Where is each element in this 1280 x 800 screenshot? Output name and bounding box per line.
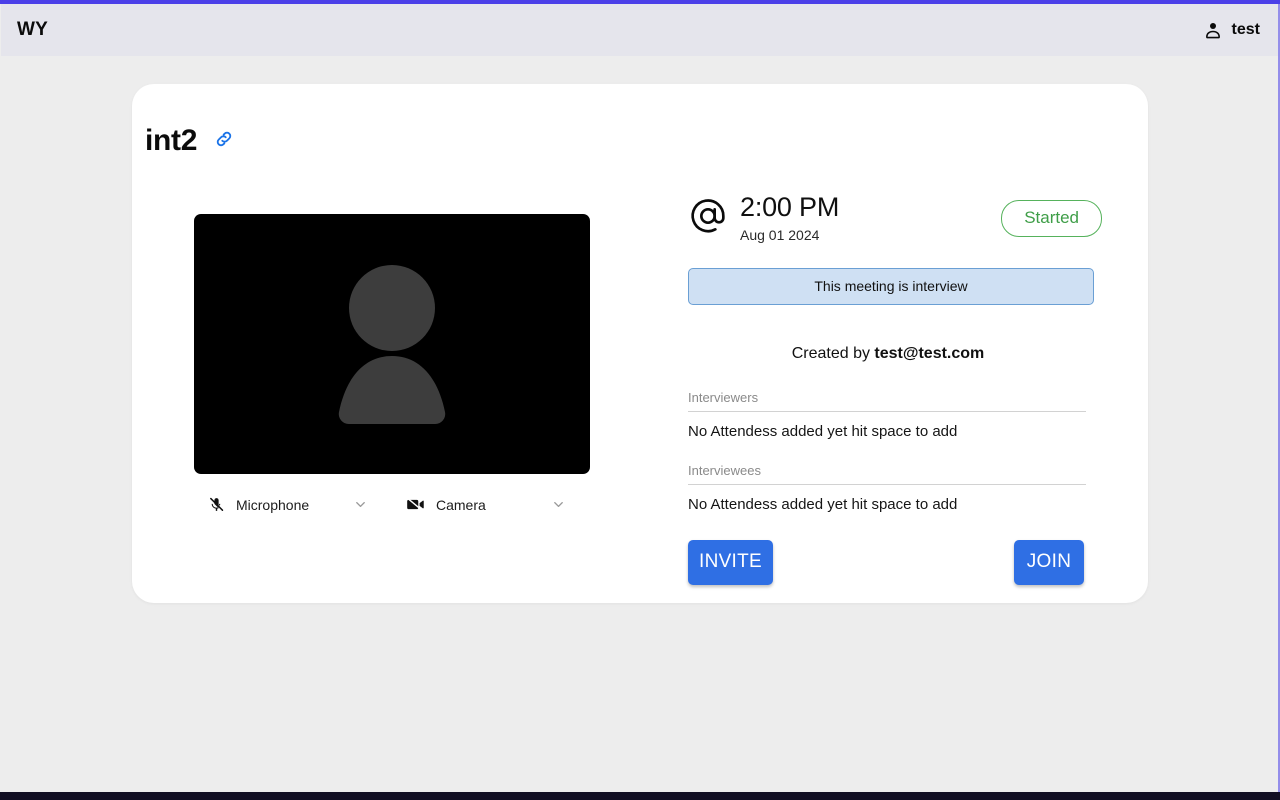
link-icon[interactable] — [213, 128, 235, 155]
status-badge: Started — [1001, 199, 1102, 237]
created-by-prefix: Created by — [791, 345, 870, 362]
interviewers-label: Interviewers — [688, 390, 759, 405]
device-controls-row: Microphone Camera — [194, 495, 590, 514]
meeting-date: Aug 01 2024 — [740, 227, 820, 243]
page-title: int2 — [145, 124, 198, 157]
meeting-title-row: int2 — [145, 124, 235, 158]
app-header: WY test — [1, 3, 1278, 56]
camera-label: Camera — [436, 496, 486, 513]
interviewers-divider — [688, 411, 1086, 412]
interviewers-group: Interviewers No Attendess added yet hit … — [688, 390, 1086, 440]
video-preview[interactable] — [194, 214, 590, 474]
microphone-off-icon — [208, 496, 225, 513]
microphone-label: Microphone — [236, 496, 310, 513]
at-icon — [688, 196, 728, 241]
created-by-line: Created by test@test.com — [688, 345, 1102, 363]
interviewees-group: Interviewees No Attendess added yet hit … — [688, 463, 1086, 513]
meeting-time-row: 2:00 PM Aug 01 2024 Started — [688, 194, 1102, 242]
chevron-down-icon[interactable] — [551, 497, 566, 512]
app-brand-logo[interactable]: WY — [17, 19, 48, 41]
page-root: WY test int2 Microphone Camera 2:00 PM A… — [0, 0, 1280, 800]
meeting-card: int2 Microphone Camera 2:00 PM Aug 01 20… — [132, 84, 1148, 603]
meeting-info-column: 2:00 PM Aug 01 2024 Started This meeting… — [688, 194, 1102, 585]
interviewees-input[interactable]: No Attendess added yet hit space to add — [688, 496, 1086, 513]
user-name-label: test — [1231, 20, 1260, 38]
meeting-note-banner: This meeting is interview — [688, 268, 1094, 305]
camera-control[interactable]: Camera — [392, 495, 590, 514]
interviewees-divider — [688, 484, 1086, 485]
top-accent-bar — [0, 0, 1280, 4]
person-avatar-icon — [312, 252, 472, 437]
interviewees-label: Interviewees — [688, 463, 761, 478]
action-buttons-row: INVITE JOIN — [688, 540, 1084, 585]
meeting-datetime: 2:00 PM Aug 01 2024 — [740, 192, 840, 243]
interviewers-input[interactable]: No Attendess added yet hit space to add — [688, 423, 1086, 440]
meeting-time: 2:00 PM — [740, 192, 840, 222]
join-button[interactable]: JOIN — [1014, 540, 1084, 585]
chevron-down-icon[interactable] — [353, 497, 368, 512]
video-preview-column: Microphone Camera — [194, 214, 590, 514]
user-menu[interactable]: test — [1203, 20, 1260, 40]
video-camera-off-icon — [406, 495, 425, 514]
created-by-email: test@test.com — [874, 345, 985, 362]
person-icon — [1203, 20, 1223, 40]
microphone-control[interactable]: Microphone — [194, 495, 392, 514]
bottom-strip — [0, 792, 1280, 800]
invite-button[interactable]: INVITE — [688, 540, 773, 585]
